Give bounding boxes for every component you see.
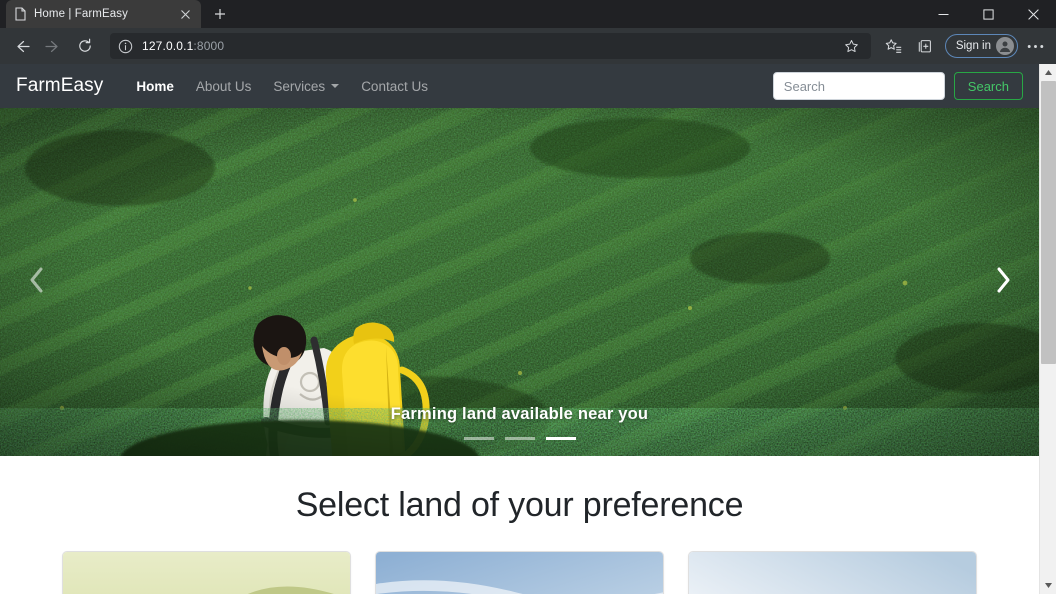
arrow-left-icon[interactable] [6, 32, 36, 60]
tab-title: Home | FarmEasy [34, 8, 128, 20]
nav-link-contact-us[interactable]: Contact Us [350, 79, 439, 94]
web-page: FarmEasy Home About Us Services Contact … [0, 64, 1039, 594]
site-navbar: FarmEasy Home About Us Services Contact … [0, 64, 1039, 108]
browser-toolbar: 127.0.0.1:8000 Sign in [0, 28, 1056, 64]
info-circle-icon[interactable] [118, 39, 133, 54]
carousel-caption: Farming land available near you [0, 405, 1039, 440]
chevron-right-icon [996, 267, 1011, 298]
chevron-left-icon [29, 267, 44, 298]
url-host: 127.0.0.1 [142, 39, 194, 53]
page-scrollbar[interactable] [1039, 64, 1056, 594]
arrow-right-icon[interactable] [38, 32, 68, 60]
nav-link-home-label: Home [136, 78, 174, 94]
land-selection-section: Select land of your preference [0, 456, 1039, 594]
reload-icon[interactable] [70, 32, 100, 60]
ellipsis-icon[interactable] [1020, 32, 1050, 60]
maximize-icon[interactable] [966, 0, 1011, 28]
sign-in-button[interactable]: Sign in [944, 34, 1018, 58]
nav-link-about-us[interactable]: About Us [185, 79, 263, 94]
carousel-indicator-2[interactable] [504, 437, 535, 440]
nav-link-about-us-label: About Us [195, 78, 252, 94]
window-close-icon[interactable] [1011, 0, 1056, 28]
page-viewport: FarmEasy Home About Us Services Contact … [0, 64, 1056, 594]
search-button[interactable]: Search [953, 72, 1023, 100]
browser-titlebar: Home | FarmEasy [0, 0, 1056, 28]
caret-down-icon[interactable] [1040, 577, 1056, 594]
carousel-next-button[interactable] [967, 108, 1039, 456]
land-cards [0, 525, 1039, 594]
carousel-indicators [0, 437, 1039, 440]
site-brand[interactable]: FarmEasy [16, 75, 103, 97]
star-icon[interactable] [841, 35, 863, 57]
browser-window: Home | FarmEasy 127.0.0.1:8000 Sign in F… [0, 0, 1056, 594]
page-title: Select land of your preference [295, 486, 744, 524]
land-card-3[interactable] [688, 551, 977, 594]
star-list-icon[interactable] [879, 32, 909, 60]
carousel-caption-text: Farming land available near you [390, 405, 649, 423]
sign-in-label: Sign in [955, 40, 991, 52]
nav-links: Home About Us Services Contact Us [125, 79, 439, 94]
carousel-prev-button[interactable] [0, 108, 72, 456]
land-card-2-image [376, 552, 663, 594]
navbar-search-form: Search [772, 72, 1023, 100]
chevron-down-icon [331, 84, 340, 88]
land-card-1[interactable] [62, 551, 351, 594]
collections-icon[interactable] [911, 32, 941, 60]
carousel-indicator-1[interactable] [463, 437, 494, 440]
hero-carousel: Farming land available near you [0, 108, 1039, 456]
url-text: 127.0.0.1:8000 [142, 39, 832, 53]
window-controls [921, 0, 1056, 28]
url-port: :8000 [193, 39, 225, 53]
nav-link-services-label: Services [273, 78, 326, 94]
scrollbar-thumb[interactable] [1040, 81, 1056, 364]
land-card-3-image [689, 552, 976, 594]
hero-image [0, 108, 1039, 456]
minimize-icon[interactable] [921, 0, 966, 28]
land-card-1-image [63, 552, 350, 594]
page-icon [14, 7, 27, 21]
search-input[interactable] [772, 72, 945, 100]
nav-link-home[interactable]: Home [125, 79, 185, 94]
nav-link-services[interactable]: Services [262, 79, 350, 94]
carousel-indicator-3[interactable] [545, 437, 576, 440]
caret-up-icon[interactable] [1040, 64, 1056, 81]
person-avatar-icon [996, 37, 1014, 55]
close-icon[interactable] [177, 6, 193, 22]
address-bar[interactable]: 127.0.0.1:8000 [110, 33, 871, 59]
nav-link-contact-us-label: Contact Us [361, 78, 428, 94]
browser-tab[interactable]: Home | FarmEasy [6, 0, 201, 28]
new-tab-button[interactable] [207, 2, 233, 26]
scrollbar-track[interactable] [1040, 81, 1056, 577]
land-card-2[interactable] [375, 551, 664, 594]
